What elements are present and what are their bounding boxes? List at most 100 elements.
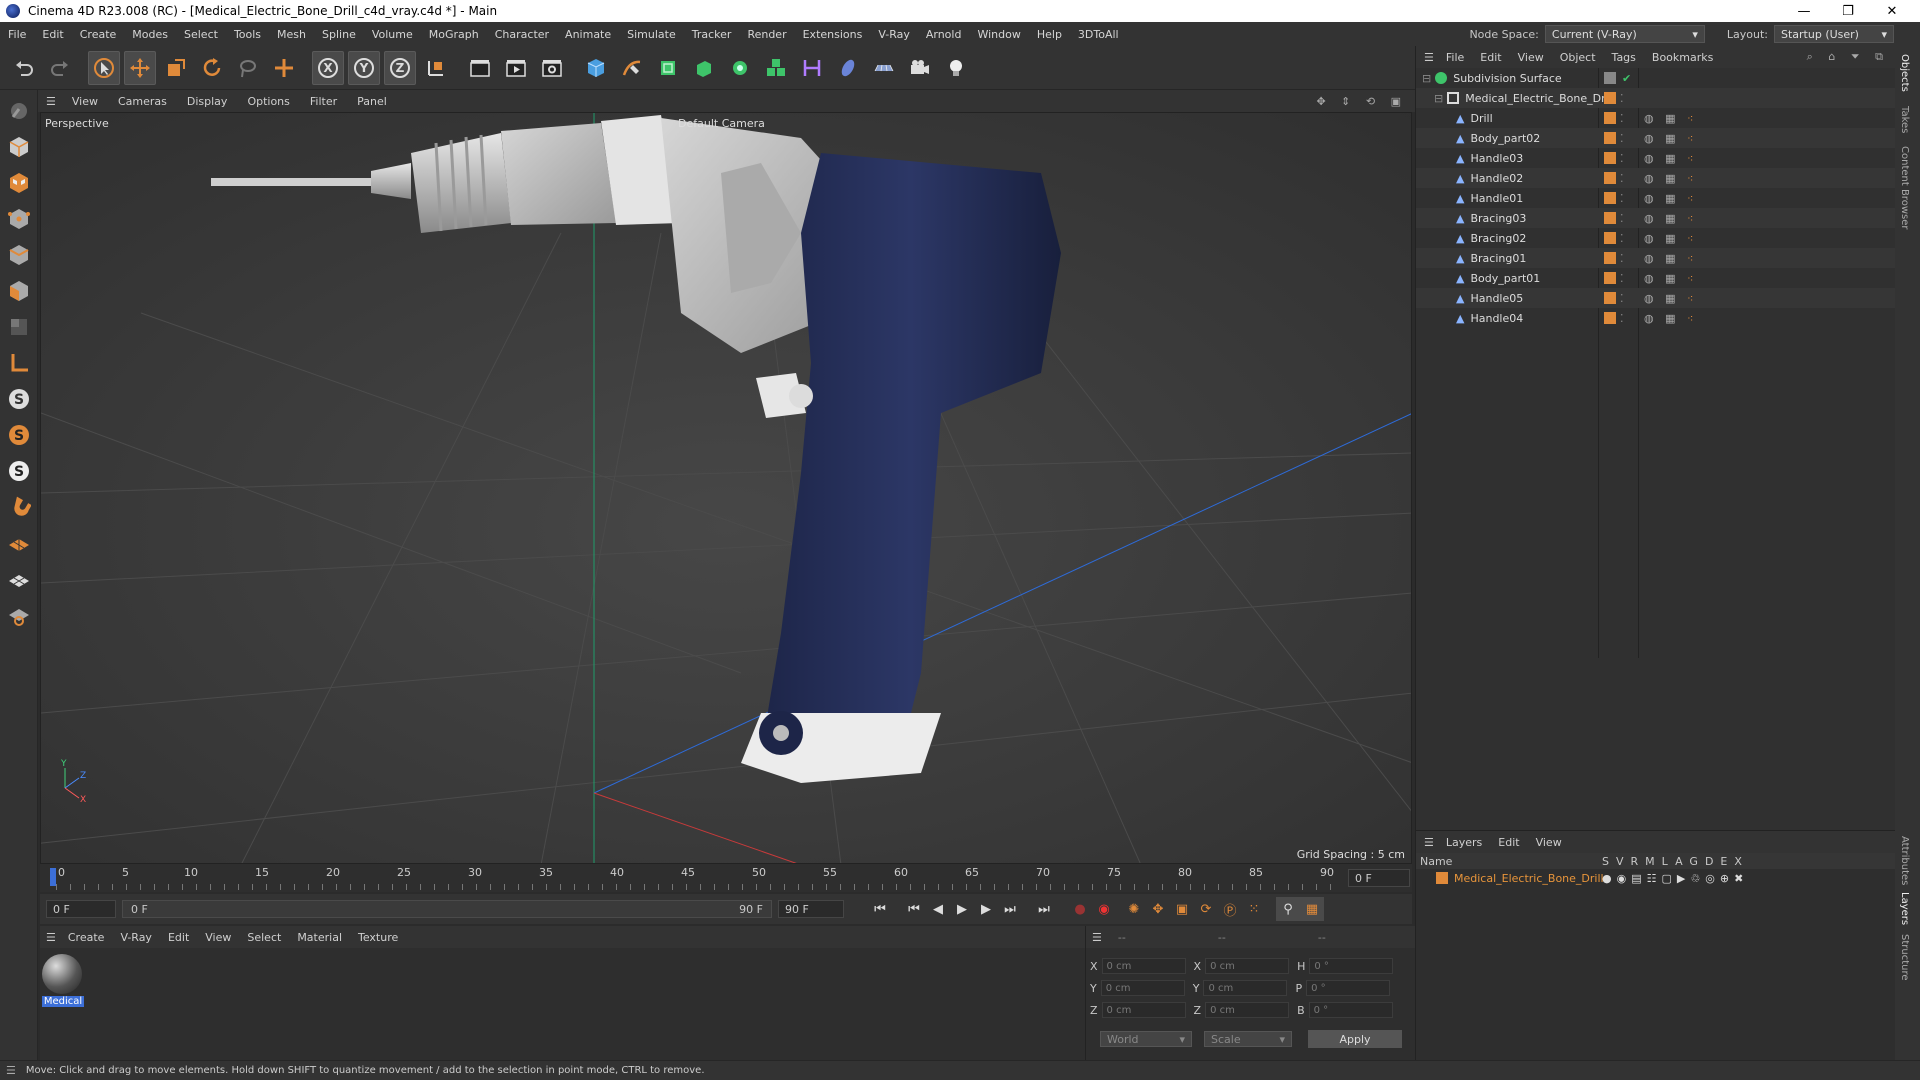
size-mode-select[interactable]: Scale ▾ [1204, 1031, 1292, 1047]
xref-icon[interactable]: ✖ [1734, 872, 1748, 885]
menu-volume[interactable]: Volume [364, 28, 421, 41]
coordinate-space-select[interactable]: World ▾ [1100, 1031, 1192, 1047]
texture-tag-icon[interactable]: ◍ [1644, 132, 1658, 145]
object-menu-file[interactable]: File [1438, 51, 1472, 64]
visibility-dots-icon[interactable]: ⁚ [1620, 192, 1624, 205]
rotation-b-field[interactable]: 0 ° [1308, 1002, 1393, 1018]
object-row-handle03[interactable]: ▲ Handle03 ⁚ ◍ ▦ ⁖ [1416, 148, 1896, 168]
go-to-start-button[interactable]: ⏮ [868, 897, 892, 921]
object-row-body-part02[interactable]: ▲ Body_part02 ⁚ ◍ ▦ ⁖ [1416, 128, 1896, 148]
prev-key-button[interactable]: ⏮ [902, 897, 926, 921]
render-view-button[interactable] [464, 51, 496, 85]
enable-snap-button[interactable]: S [4, 420, 34, 450]
menu-simulate[interactable]: Simulate [619, 28, 684, 41]
uvw-tag-icon[interactable]: ⁖ [1687, 272, 1697, 285]
go-to-end-button[interactable]: ⏭ [1032, 897, 1056, 921]
menu-modes[interactable]: Modes [124, 28, 176, 41]
checker-material-icon[interactable]: ▦ [1665, 212, 1679, 225]
end-frame-field[interactable]: 90 F [778, 900, 844, 918]
checker-material-icon[interactable]: ▦ [1665, 172, 1679, 185]
floor-plane-button[interactable] [4, 528, 34, 558]
hamburger-icon[interactable]: ☰ [1092, 931, 1102, 944]
object-tags[interactable]: ◍ ▦ ⁖ [1644, 232, 1697, 245]
key-pla-button[interactable]: ⁙ [1242, 897, 1266, 921]
cube-button[interactable] [580, 51, 612, 85]
menu-tracker[interactable]: Tracker [684, 28, 740, 41]
close-button[interactable]: ✕ [1870, 0, 1914, 22]
layer-swatch[interactable] [1604, 292, 1616, 304]
material-menu-material[interactable]: Material [289, 931, 350, 944]
maximize-button[interactable]: ❐ [1826, 0, 1870, 22]
object-tags[interactable]: ◍ ▦ ⁖ [1644, 272, 1697, 285]
texture-tag-icon[interactable]: ◍ [1644, 252, 1658, 265]
texture-tag-icon[interactable]: ◍ [1644, 312, 1658, 325]
layout-select[interactable]: Startup (User) ▾ [1774, 25, 1894, 43]
object-row-bracing01[interactable]: ▲ Bracing01 ⁚ ◍ ▦ ⁖ [1416, 248, 1896, 268]
menu-tools[interactable]: Tools [226, 28, 269, 41]
rotation-h-field[interactable]: 0 ° [1309, 958, 1394, 974]
visibility-dots-icon[interactable]: ⁚ [1620, 252, 1624, 265]
object-row-handle05[interactable]: ▲ Handle05 ⁚ ◍ ▦ ⁖ [1416, 288, 1896, 308]
texture-tag-icon[interactable]: ◍ [1644, 232, 1658, 245]
checker-material-icon[interactable]: ▦ [1665, 112, 1679, 125]
expression-icon[interactable]: ⊕ [1720, 872, 1734, 885]
animation-icon[interactable]: ▶ [1677, 872, 1690, 885]
soft-selection-button[interactable] [4, 600, 34, 630]
layer-swatch[interactable] [1604, 152, 1616, 164]
object-row-handle01[interactable]: ▲ Handle01 ⁚ ◍ ▦ ⁖ [1416, 188, 1896, 208]
menu-window[interactable]: Window [969, 28, 1028, 41]
material-menu-texture[interactable]: Texture [350, 931, 406, 944]
solo-icon[interactable]: ● [1602, 872, 1617, 885]
material-menu-select[interactable]: Select [239, 931, 289, 944]
object-manager-tools[interactable]: ⌕ ⌂ ⏷ ⧉ [1807, 50, 1889, 64]
pen-spline-button[interactable] [616, 51, 648, 85]
render-picture-viewer-button[interactable] [500, 51, 532, 85]
uvw-tag-icon[interactable]: ⁖ [1687, 132, 1697, 145]
tab-takes[interactable]: Takes [1899, 106, 1910, 133]
object-tags[interactable]: ◍ ▦ ⁖ [1644, 112, 1697, 125]
layer-swatch[interactable] [1604, 172, 1616, 184]
keyframe-selection-button[interactable]: ✺ [1122, 897, 1146, 921]
enabled-check-icon[interactable]: ✔ [1622, 72, 1631, 85]
checker-material-icon[interactable]: ▦ [1665, 312, 1679, 325]
hamburger-icon[interactable]: ☰ [1424, 51, 1434, 64]
redo-button[interactable] [44, 51, 76, 85]
camera-button[interactable] [904, 51, 936, 85]
object-row-handle04[interactable]: ▲ Handle04 ⁚ ◍ ▦ ⁖ [1416, 308, 1896, 328]
material-swatch[interactable]: Medical [42, 954, 84, 1010]
texture-tag-icon[interactable]: ◍ [1644, 152, 1658, 165]
material-menu-edit[interactable]: Edit [160, 931, 197, 944]
visibility-dots-icon[interactable]: ⁚ [1620, 312, 1624, 325]
viewport-menu-display[interactable]: Display [177, 95, 238, 108]
key-rotation-button[interactable]: ⟳ [1194, 897, 1218, 921]
menu-select[interactable]: Select [176, 28, 226, 41]
object-menu-object[interactable]: Object [1552, 51, 1604, 64]
layer-swatch[interactable] [1604, 252, 1616, 264]
snap-button[interactable]: S [4, 384, 34, 414]
texture-tag-icon[interactable]: ◍ [1644, 272, 1658, 285]
uvw-tag-icon[interactable]: ⁖ [1687, 312, 1697, 325]
point-mode-button[interactable] [4, 204, 34, 234]
autokey-button[interactable]: ◉ [1092, 897, 1116, 921]
viewport-menu-options[interactable]: Options [237, 95, 299, 108]
object-tags[interactable]: ◍ ▦ ⁖ [1644, 132, 1697, 145]
model-mode-button[interactable] [4, 132, 34, 162]
layers-menu-view[interactable]: View [1528, 836, 1570, 849]
checker-material-icon[interactable]: ▦ [1665, 132, 1679, 145]
hamburger-icon[interactable]: ☰ [46, 931, 56, 944]
scale-tool-button[interactable] [160, 51, 192, 85]
viewport-menu-view[interactable]: View [62, 95, 108, 108]
z-axis-button[interactable]: Z [384, 50, 416, 85]
visibility-dots-icon[interactable]: ⁚ [1620, 232, 1624, 245]
home-icon[interactable]: ⌂ [1828, 50, 1841, 63]
uvw-tag-icon[interactable]: ⁖ [1687, 172, 1697, 185]
move-all-button[interactable] [268, 51, 300, 85]
layer-swatch[interactable] [1604, 232, 1616, 244]
collapse-icon[interactable]: ⊟ [1434, 92, 1443, 105]
timeline-button[interactable]: ▦ [1300, 897, 1324, 921]
checker-material-icon[interactable]: ▦ [1665, 232, 1679, 245]
object-tags[interactable]: ◍ ▦ ⁖ [1644, 292, 1697, 305]
object-tags[interactable]: ◍ ▦ ⁖ [1644, 192, 1697, 205]
select-tool-button[interactable] [88, 50, 120, 85]
polygon-mode-button[interactable] [4, 276, 34, 306]
